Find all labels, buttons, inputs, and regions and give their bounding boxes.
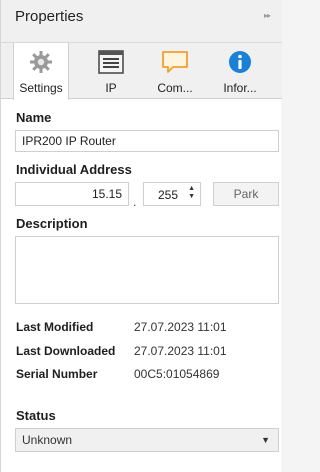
tab-strip: Settings IP Com... Infor... xyxy=(1,43,282,100)
name-label: Name xyxy=(16,110,52,125)
status-label: Status xyxy=(16,408,56,423)
name-value: IPR200 IP Router xyxy=(22,134,116,148)
last-downloaded-label: Last Downloaded xyxy=(16,344,116,358)
device-address-stepper[interactable]: 255 ▲ ▼ xyxy=(143,182,201,206)
area-line-value: 15.15 xyxy=(91,187,122,201)
description-label: Description xyxy=(16,216,88,231)
panel-title: Properties xyxy=(15,8,84,25)
collapse-icon[interactable]: ▸▸ xyxy=(264,11,271,20)
serial-number-label: Serial Number xyxy=(16,367,98,381)
tab-comments-label: Com... xyxy=(157,81,193,95)
tab-settings-label: Settings xyxy=(19,81,63,95)
status-value: Unknown xyxy=(22,433,73,447)
properties-panel: Properties ▸▸ Settings IP Com... Infor..… xyxy=(0,0,282,472)
last-modified-value: 27.07.2023 11:01 xyxy=(134,320,227,334)
last-downloaded-value: 27.07.2023 11:01 xyxy=(134,344,227,358)
stepper-arrows-icon[interactable]: ▲ ▼ xyxy=(188,185,195,201)
name-field[interactable]: IPR200 IP Router xyxy=(15,130,279,152)
panel-header: Properties ▸▸ xyxy=(1,0,282,43)
status-dropdown[interactable]: Unknown ▼ xyxy=(15,428,279,452)
gear-icon xyxy=(29,50,53,77)
info-icon xyxy=(228,50,252,77)
tab-ip[interactable]: IP xyxy=(83,43,139,99)
last-modified-label: Last Modified xyxy=(16,320,94,334)
comment-icon xyxy=(161,50,189,77)
area-line-field[interactable]: 15.15 xyxy=(15,182,129,206)
description-textarea[interactable] xyxy=(15,236,279,304)
tab-information-label: Infor... xyxy=(223,81,257,95)
tab-information[interactable]: Infor... xyxy=(212,43,268,99)
device-address-value: 255 xyxy=(157,188,178,202)
ip-icon xyxy=(98,50,124,77)
tab-comments[interactable]: Com... xyxy=(147,43,203,99)
park-button[interactable]: Park xyxy=(213,182,279,206)
chevron-down-icon: ▼ xyxy=(261,435,270,445)
address-separator: . xyxy=(133,195,137,209)
tab-ip-label: IP xyxy=(105,81,117,95)
serial-number-value: 00C5:01054869 xyxy=(134,367,220,381)
tab-settings[interactable]: Settings xyxy=(13,43,69,100)
individual-address-label: Individual Address xyxy=(16,162,132,177)
